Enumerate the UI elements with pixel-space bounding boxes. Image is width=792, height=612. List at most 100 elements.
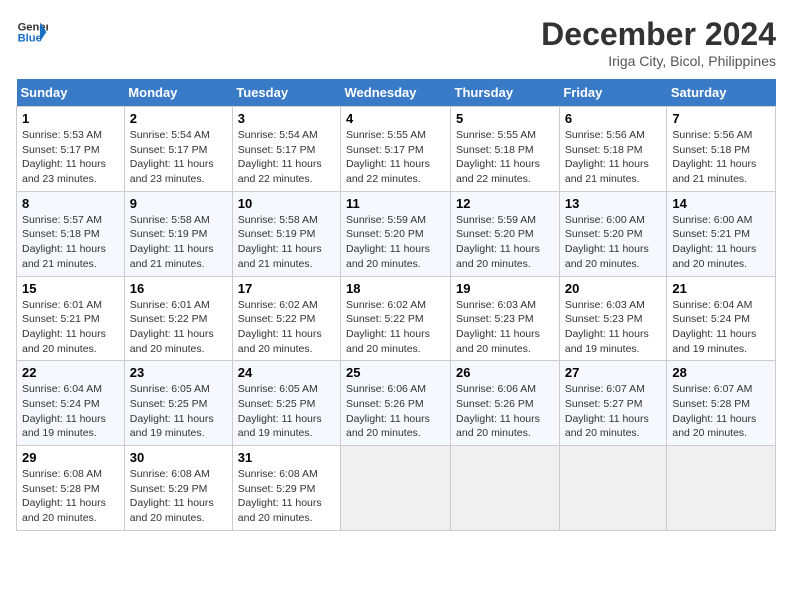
day-info: Sunrise: 6:07 AMSunset: 5:27 PMDaylight:…	[565, 383, 649, 439]
calendar-week-row: 29 Sunrise: 6:08 AMSunset: 5:28 PMDaylig…	[17, 446, 776, 531]
day-number: 28	[672, 365, 770, 380]
logo-icon: General Blue	[16, 16, 48, 48]
day-number: 1	[22, 111, 119, 126]
calendar-cell: 18 Sunrise: 6:02 AMSunset: 5:22 PMDaylig…	[341, 276, 451, 361]
calendar-cell: 12 Sunrise: 5:59 AMSunset: 5:20 PMDaylig…	[451, 191, 560, 276]
calendar-cell: 30 Sunrise: 6:08 AMSunset: 5:29 PMDaylig…	[124, 446, 232, 531]
calendar-cell: 1 Sunrise: 5:53 AMSunset: 5:17 PMDayligh…	[17, 107, 125, 192]
calendar-cell: 5 Sunrise: 5:55 AMSunset: 5:18 PMDayligh…	[451, 107, 560, 192]
day-number: 25	[346, 365, 445, 380]
title-block: December 2024 Iriga City, Bicol, Philipp…	[541, 16, 776, 69]
day-info: Sunrise: 5:54 AMSunset: 5:17 PMDaylight:…	[238, 129, 322, 185]
calendar-table: SundayMondayTuesdayWednesdayThursdayFrid…	[16, 79, 776, 531]
calendar-cell	[667, 446, 776, 531]
day-info: Sunrise: 5:53 AMSunset: 5:17 PMDaylight:…	[22, 129, 106, 185]
day-number: 16	[130, 281, 227, 296]
day-info: Sunrise: 6:08 AMSunset: 5:29 PMDaylight:…	[130, 468, 214, 524]
day-info: Sunrise: 6:03 AMSunset: 5:23 PMDaylight:…	[456, 299, 540, 355]
day-header-thursday: Thursday	[451, 79, 560, 107]
calendar-cell: 27 Sunrise: 6:07 AMSunset: 5:27 PMDaylig…	[559, 361, 667, 446]
calendar-cell: 17 Sunrise: 6:02 AMSunset: 5:22 PMDaylig…	[232, 276, 340, 361]
day-info: Sunrise: 6:01 AMSunset: 5:21 PMDaylight:…	[22, 299, 106, 355]
calendar-cell	[451, 446, 560, 531]
calendar-cell	[559, 446, 667, 531]
calendar-header-row: SundayMondayTuesdayWednesdayThursdayFrid…	[17, 79, 776, 107]
day-info: Sunrise: 6:08 AMSunset: 5:28 PMDaylight:…	[22, 468, 106, 524]
page-title: December 2024	[541, 16, 776, 53]
svg-text:Blue: Blue	[18, 33, 42, 45]
day-info: Sunrise: 6:08 AMSunset: 5:29 PMDaylight:…	[238, 468, 322, 524]
day-number: 11	[346, 196, 445, 211]
calendar-cell: 2 Sunrise: 5:54 AMSunset: 5:17 PMDayligh…	[124, 107, 232, 192]
day-info: Sunrise: 6:02 AMSunset: 5:22 PMDaylight:…	[238, 299, 322, 355]
day-number: 29	[22, 450, 119, 465]
day-info: Sunrise: 6:07 AMSunset: 5:28 PMDaylight:…	[672, 383, 756, 439]
calendar-cell: 8 Sunrise: 5:57 AMSunset: 5:18 PMDayligh…	[17, 191, 125, 276]
day-info: Sunrise: 5:55 AMSunset: 5:17 PMDaylight:…	[346, 129, 430, 185]
day-info: Sunrise: 6:05 AMSunset: 5:25 PMDaylight:…	[238, 383, 322, 439]
calendar-cell: 11 Sunrise: 5:59 AMSunset: 5:20 PMDaylig…	[341, 191, 451, 276]
page-subtitle: Iriga City, Bicol, Philippines	[541, 53, 776, 69]
day-header-wednesday: Wednesday	[341, 79, 451, 107]
day-number: 18	[346, 281, 445, 296]
calendar-week-row: 1 Sunrise: 5:53 AMSunset: 5:17 PMDayligh…	[17, 107, 776, 192]
day-info: Sunrise: 6:04 AMSunset: 5:24 PMDaylight:…	[672, 299, 756, 355]
calendar-week-row: 15 Sunrise: 6:01 AMSunset: 5:21 PMDaylig…	[17, 276, 776, 361]
day-info: Sunrise: 6:01 AMSunset: 5:22 PMDaylight:…	[130, 299, 214, 355]
calendar-cell: 16 Sunrise: 6:01 AMSunset: 5:22 PMDaylig…	[124, 276, 232, 361]
day-number: 17	[238, 281, 335, 296]
day-number: 23	[130, 365, 227, 380]
calendar-cell: 23 Sunrise: 6:05 AMSunset: 5:25 PMDaylig…	[124, 361, 232, 446]
day-info: Sunrise: 5:59 AMSunset: 5:20 PMDaylight:…	[456, 214, 540, 270]
day-info: Sunrise: 5:58 AMSunset: 5:19 PMDaylight:…	[238, 214, 322, 270]
calendar-week-row: 8 Sunrise: 5:57 AMSunset: 5:18 PMDayligh…	[17, 191, 776, 276]
day-number: 6	[565, 111, 662, 126]
calendar-cell: 20 Sunrise: 6:03 AMSunset: 5:23 PMDaylig…	[559, 276, 667, 361]
day-info: Sunrise: 6:00 AMSunset: 5:20 PMDaylight:…	[565, 214, 649, 270]
day-info: Sunrise: 6:02 AMSunset: 5:22 PMDaylight:…	[346, 299, 430, 355]
day-number: 7	[672, 111, 770, 126]
calendar-cell: 22 Sunrise: 6:04 AMSunset: 5:24 PMDaylig…	[17, 361, 125, 446]
day-info: Sunrise: 6:00 AMSunset: 5:21 PMDaylight:…	[672, 214, 756, 270]
day-number: 24	[238, 365, 335, 380]
calendar-cell: 7 Sunrise: 5:56 AMSunset: 5:18 PMDayligh…	[667, 107, 776, 192]
calendar-week-row: 22 Sunrise: 6:04 AMSunset: 5:24 PMDaylig…	[17, 361, 776, 446]
calendar-cell: 31 Sunrise: 6:08 AMSunset: 5:29 PMDaylig…	[232, 446, 340, 531]
calendar-cell: 26 Sunrise: 6:06 AMSunset: 5:26 PMDaylig…	[451, 361, 560, 446]
day-header-friday: Friday	[559, 79, 667, 107]
day-info: Sunrise: 6:04 AMSunset: 5:24 PMDaylight:…	[22, 383, 106, 439]
day-number: 4	[346, 111, 445, 126]
calendar-cell: 25 Sunrise: 6:06 AMSunset: 5:26 PMDaylig…	[341, 361, 451, 446]
day-number: 27	[565, 365, 662, 380]
calendar-cell: 3 Sunrise: 5:54 AMSunset: 5:17 PMDayligh…	[232, 107, 340, 192]
day-header-monday: Monday	[124, 79, 232, 107]
day-number: 2	[130, 111, 227, 126]
day-info: Sunrise: 5:56 AMSunset: 5:18 PMDaylight:…	[565, 129, 649, 185]
day-info: Sunrise: 6:06 AMSunset: 5:26 PMDaylight:…	[346, 383, 430, 439]
day-number: 8	[22, 196, 119, 211]
day-number: 15	[22, 281, 119, 296]
calendar-cell: 4 Sunrise: 5:55 AMSunset: 5:17 PMDayligh…	[341, 107, 451, 192]
day-info: Sunrise: 5:59 AMSunset: 5:20 PMDaylight:…	[346, 214, 430, 270]
day-header-saturday: Saturday	[667, 79, 776, 107]
calendar-cell: 13 Sunrise: 6:00 AMSunset: 5:20 PMDaylig…	[559, 191, 667, 276]
day-number: 5	[456, 111, 554, 126]
day-info: Sunrise: 5:56 AMSunset: 5:18 PMDaylight:…	[672, 129, 756, 185]
calendar-cell: 24 Sunrise: 6:05 AMSunset: 5:25 PMDaylig…	[232, 361, 340, 446]
day-info: Sunrise: 5:55 AMSunset: 5:18 PMDaylight:…	[456, 129, 540, 185]
day-header-tuesday: Tuesday	[232, 79, 340, 107]
calendar-cell: 10 Sunrise: 5:58 AMSunset: 5:19 PMDaylig…	[232, 191, 340, 276]
day-number: 21	[672, 281, 770, 296]
day-info: Sunrise: 6:05 AMSunset: 5:25 PMDaylight:…	[130, 383, 214, 439]
day-number: 26	[456, 365, 554, 380]
day-info: Sunrise: 5:57 AMSunset: 5:18 PMDaylight:…	[22, 214, 106, 270]
calendar-cell	[341, 446, 451, 531]
calendar-cell: 19 Sunrise: 6:03 AMSunset: 5:23 PMDaylig…	[451, 276, 560, 361]
calendar-cell: 21 Sunrise: 6:04 AMSunset: 5:24 PMDaylig…	[667, 276, 776, 361]
day-info: Sunrise: 5:58 AMSunset: 5:19 PMDaylight:…	[130, 214, 214, 270]
day-info: Sunrise: 6:06 AMSunset: 5:26 PMDaylight:…	[456, 383, 540, 439]
day-number: 3	[238, 111, 335, 126]
calendar-cell: 28 Sunrise: 6:07 AMSunset: 5:28 PMDaylig…	[667, 361, 776, 446]
day-header-sunday: Sunday	[17, 79, 125, 107]
day-number: 30	[130, 450, 227, 465]
